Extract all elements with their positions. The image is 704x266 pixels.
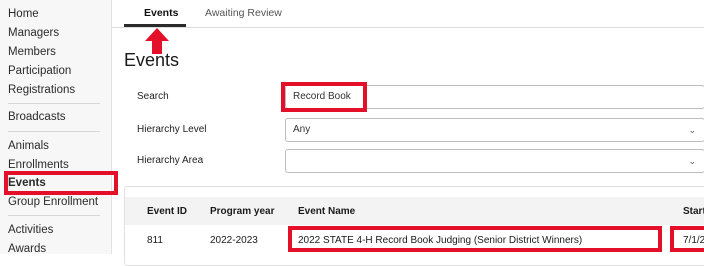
cell-event-name[interactable]: 2022 STATE 4-H Record Book Judging (Seni… bbox=[298, 235, 582, 246]
chevron-down-icon: ⌄ bbox=[688, 156, 696, 166]
sidebar-item-activities[interactable]: Activities bbox=[8, 224, 53, 236]
sidebar-item-members[interactable]: Members bbox=[8, 46, 56, 58]
tab-events[interactable]: Events bbox=[144, 7, 178, 19]
cell-start-date: 7/1/2022 bbox=[683, 235, 704, 246]
column-header-event-id[interactable]: Event ID bbox=[147, 206, 187, 217]
tab-bar bbox=[112, 0, 704, 28]
cell-event-id: 811 bbox=[147, 235, 163, 246]
sidebar: Home Managers Members Participation Regi… bbox=[0, 0, 112, 255]
sidebar-item-broadcasts[interactable]: Broadcasts bbox=[8, 111, 66, 123]
sidebar-item-participation[interactable]: Participation bbox=[8, 65, 71, 77]
page-title: Events bbox=[124, 50, 180, 70]
sidebar-item-registrations[interactable]: Registrations bbox=[8, 84, 75, 96]
sidebar-item-awards[interactable]: Awards bbox=[8, 243, 46, 255]
cell-program-year: 2022-2023 bbox=[210, 235, 258, 246]
tab-awaiting-review[interactable]: Awaiting Review bbox=[205, 7, 282, 19]
column-header-start-date[interactable]: Start Da bbox=[683, 206, 704, 217]
sidebar-divider bbox=[8, 131, 100, 132]
hierarchy-level-label: Hierarchy Level bbox=[137, 124, 207, 135]
sidebar-divider bbox=[8, 103, 100, 104]
column-header-program-year[interactable]: Program year bbox=[210, 206, 274, 217]
sidebar-item-managers[interactable]: Managers bbox=[8, 27, 59, 39]
sidebar-item-home[interactable]: Home bbox=[8, 8, 39, 20]
sidebar-item-group-enrollment[interactable]: Group Enrollment bbox=[8, 196, 98, 208]
sidebar-item-animals[interactable]: Animals bbox=[8, 140, 49, 152]
sidebar-item-enrollments[interactable]: Enrollments bbox=[8, 159, 69, 171]
hierarchy-level-value: Any bbox=[293, 124, 311, 135]
hierarchy-area-select[interactable]: ⌄ bbox=[285, 149, 704, 173]
active-tab-indicator bbox=[124, 24, 186, 27]
hierarchy-level-select[interactable]: Any ⌄ bbox=[285, 118, 704, 142]
column-header-event-name[interactable]: Event Name bbox=[298, 206, 355, 217]
sidebar-divider bbox=[8, 215, 100, 216]
hierarchy-area-label: Hierarchy Area bbox=[137, 155, 204, 166]
search-input[interactable]: Record Book bbox=[285, 85, 704, 109]
search-input-value: Record Book bbox=[293, 91, 351, 102]
chevron-down-icon: ⌄ bbox=[688, 125, 696, 135]
search-label: Search bbox=[137, 91, 169, 102]
sidebar-item-events[interactable]: Events bbox=[8, 177, 46, 189]
events-table: Event ID Program year Event Name Start D… bbox=[124, 186, 704, 266]
table-header-row: Event ID Program year Event Name Start D… bbox=[125, 197, 704, 225]
